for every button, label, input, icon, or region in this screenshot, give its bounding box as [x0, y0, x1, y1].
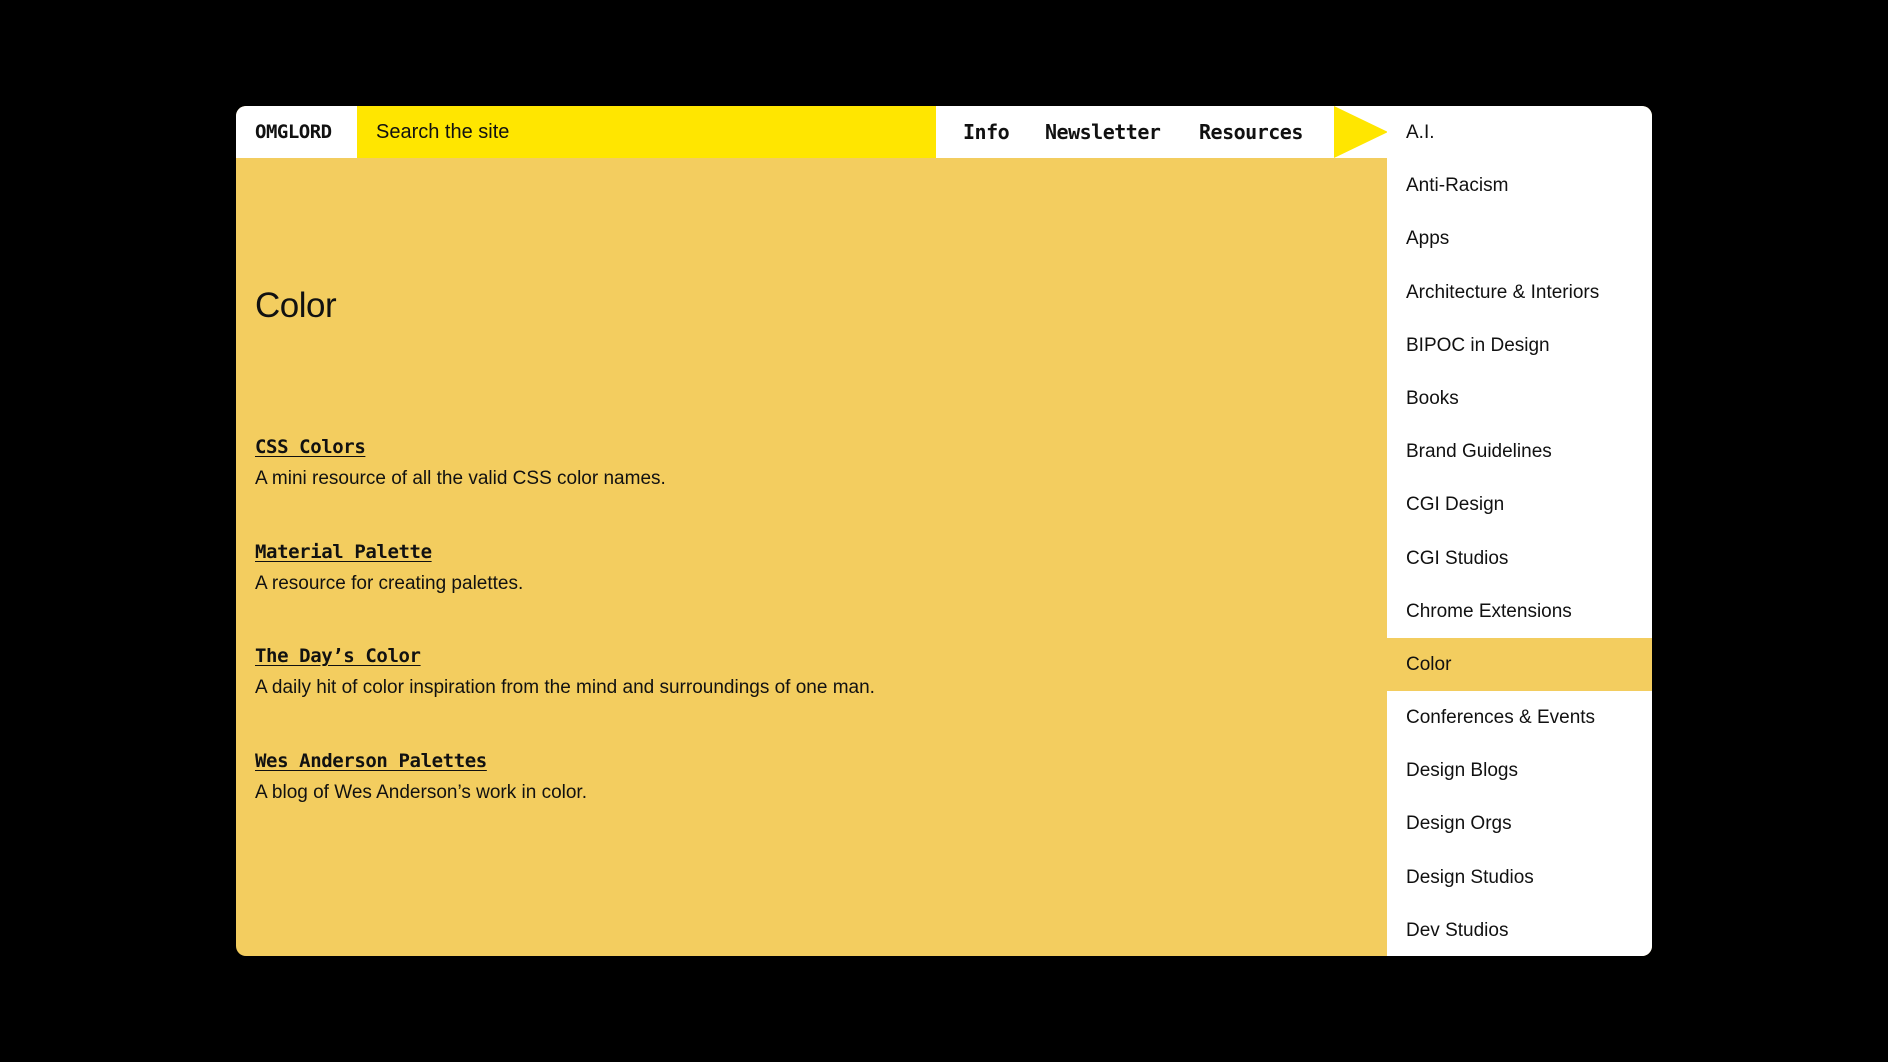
sidebar-item-books[interactable]: Books	[1387, 372, 1652, 425]
resource-link[interactable]: CSS Colors	[255, 435, 666, 459]
site-logo[interactable]: OMGLORD	[255, 106, 332, 158]
nav-info-link[interactable]: Info	[963, 106, 1010, 158]
resource-link[interactable]: Wes Anderson Palettes	[255, 749, 587, 773]
sidebar-item-brand-guidelines[interactable]: Brand Guidelines	[1387, 425, 1652, 478]
triangle-right-icon	[1334, 106, 1388, 158]
sidebar-item-anti-racism[interactable]: Anti-Racism	[1387, 159, 1652, 212]
resource-description: A resource for creating palettes.	[255, 573, 524, 594]
sidebar-item-bipoc-in-design[interactable]: BIPOC in Design	[1387, 319, 1652, 372]
resource-item: Wes Anderson Palettes A blog of Wes Ande…	[255, 749, 587, 805]
sidebar-item-dev-studios[interactable]: Dev Studios	[1387, 904, 1652, 956]
sidebar-item-ai[interactable]: A.I.	[1387, 106, 1652, 159]
resource-item: Material Palette A resource for creating…	[255, 540, 523, 596]
sidebar-item-apps[interactable]: Apps	[1387, 212, 1652, 265]
resource-item: CSS Colors A mini resource of all the va…	[255, 435, 666, 491]
sidebar-item-design-blogs[interactable]: Design Blogs	[1387, 744, 1652, 797]
sidebar-item-cgi-design[interactable]: CGI Design	[1387, 478, 1652, 531]
category-sidebar: A.I. Anti-Racism Apps Architecture & Int…	[1387, 106, 1652, 956]
nav-resources-link[interactable]: Resources	[1199, 106, 1303, 158]
browser-window: OMGLORD Info Newsletter Resources Color …	[236, 106, 1652, 956]
page-title: Color	[255, 286, 337, 325]
resource-link[interactable]: Material Palette	[255, 540, 523, 564]
sidebar-item-cgi-studios[interactable]: CGI Studios	[1387, 532, 1652, 585]
resource-description: A mini resource of all the valid CSS col…	[255, 468, 666, 489]
resource-description: A blog of Wes Anderson’s work in color.	[255, 782, 587, 803]
nav-newsletter-link[interactable]: Newsletter	[1045, 106, 1161, 158]
resource-description: A daily hit of color inspiration from th…	[255, 677, 875, 698]
sidebar-item-design-studios[interactable]: Design Studios	[1387, 851, 1652, 904]
sidebar-item-design-orgs[interactable]: Design Orgs	[1387, 797, 1652, 850]
resource-link[interactable]: The Day’s Color	[255, 644, 875, 668]
sidebar-item-conferences-events[interactable]: Conferences & Events	[1387, 691, 1652, 744]
top-bar: OMGLORD Info Newsletter Resources	[236, 106, 1387, 158]
sidebar-item-chrome-extensions[interactable]: Chrome Extensions	[1387, 585, 1652, 638]
sidebar-item-color[interactable]: Color	[1387, 637, 1652, 692]
search-input[interactable]	[357, 106, 936, 158]
resource-item: The Day’s Color A daily hit of color ins…	[255, 644, 875, 700]
sidebar-item-architecture-interiors[interactable]: Architecture & Interiors	[1387, 266, 1652, 319]
